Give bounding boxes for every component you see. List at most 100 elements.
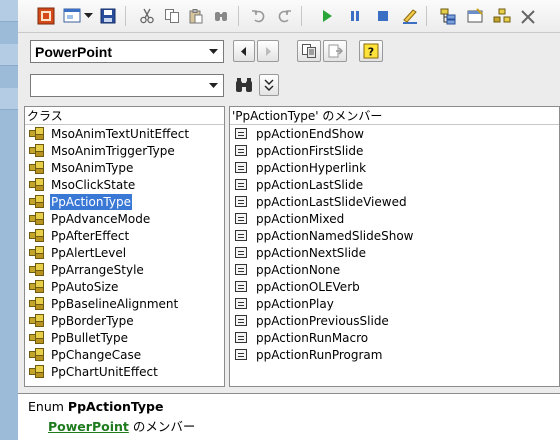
class-list-item[interactable]: MsoAnimType (25, 159, 224, 176)
class-list-item-label: MsoAnimTriggerType (51, 143, 175, 158)
member-list-item[interactable]: ppActionRunMacro (230, 329, 559, 346)
member-list-item[interactable]: ppActionEndShow (230, 125, 559, 142)
members-panel: 'PpActionType' のメンバー ppActionEndShow ppAc… (229, 106, 560, 387)
member-list-item-label: ppActionMixed (256, 211, 345, 226)
details-name: PpActionType (67, 399, 164, 414)
save-icon[interactable] (98, 6, 118, 26)
break-icon[interactable] (345, 6, 365, 26)
class-list-item[interactable]: PpAutoSize (25, 278, 224, 295)
enum-constant-icon (235, 349, 247, 360)
enum-constant-icon (235, 196, 247, 207)
class-list-item-label: PpAfterEffect (51, 228, 130, 243)
chevron-down-icon[interactable] (205, 42, 222, 61)
toolbox-icon[interactable] (518, 6, 538, 26)
class-module-icon (29, 143, 45, 158)
details-kind: Enum (28, 399, 64, 414)
library-select[interactable]: PowerPoint (30, 40, 224, 63)
enum-constant-icon (235, 230, 247, 241)
paste-icon[interactable] (186, 6, 206, 26)
excel-view-icon[interactable] (36, 6, 56, 26)
class-list-item-label: PpBaselineAlignment (51, 296, 179, 311)
dropdown-chevron-icon[interactable] (82, 6, 94, 26)
strip-segment (0, 0, 18, 22)
member-list-item[interactable]: ppActionNextSlide (230, 244, 559, 261)
class-list-item-label: PpAdvanceMode (51, 211, 151, 226)
enum-constant-icon (235, 281, 247, 292)
class-module-icon (29, 177, 45, 192)
member-list-item[interactable]: ppActionNamedSlideShow (230, 227, 559, 244)
class-list-item[interactable]: PpArrangeStyle (25, 261, 224, 278)
member-list-item[interactable]: ppActionFirstSlide (230, 142, 559, 159)
class-module-icon (29, 330, 45, 345)
chevron-down-icon[interactable] (205, 76, 222, 95)
properties-icon[interactable] (465, 6, 485, 26)
class-list-item[interactable]: PpBorderType (25, 312, 224, 329)
copy-icon[interactable] (162, 6, 182, 26)
class-list-item[interactable]: PpAdvanceMode (25, 210, 224, 227)
member-list-item-label: ppActionHyperlink (256, 160, 367, 175)
class-list-item[interactable]: MsoAnimTextUnitEffect (25, 125, 224, 142)
member-list-item[interactable]: ppActionMixed (230, 210, 559, 227)
member-list-item[interactable]: ppActionOLEVerb (230, 278, 559, 295)
redo-icon[interactable] (274, 6, 294, 26)
design-mode-icon[interactable] (400, 6, 420, 26)
undo-icon[interactable] (249, 6, 269, 26)
go-back-button[interactable] (233, 40, 255, 62)
class-list-item[interactable]: PpChangeCase (25, 346, 224, 363)
member-list-item-label: ppActionEndShow (256, 126, 364, 141)
object-browser-window: PowerPoint ? クラス MsoAnimTextUnitEffect Ms… (18, 0, 560, 440)
copy-to-clipboard-button[interactable] (297, 40, 321, 62)
project-explorer-icon[interactable] (438, 6, 458, 26)
class-list-item-label: PpChangeCase (51, 347, 142, 362)
go-forward-button[interactable] (257, 40, 279, 62)
toolbar-separator (238, 6, 239, 26)
insert-userform-icon[interactable] (62, 6, 82, 26)
class-list-item[interactable]: PpBaselineAlignment (25, 295, 224, 312)
class-module-icon (29, 313, 45, 328)
member-list-item[interactable]: ppActionLastSlideViewed (230, 193, 559, 210)
enum-constant-icon (235, 298, 247, 309)
toolbar-separator (125, 6, 126, 26)
class-module-icon (29, 211, 45, 226)
search-button[interactable] (233, 74, 255, 96)
enum-constant-icon (235, 162, 247, 173)
member-list-item[interactable]: ppActionPreviousSlide (230, 312, 559, 329)
class-list-item[interactable]: PpChartUnitEffect (25, 363, 224, 380)
details-member-of: PowerPoint のメンバー (48, 416, 195, 435)
member-list-item-label: ppActionRunMacro (256, 330, 369, 345)
enum-constant-icon (235, 332, 247, 343)
member-list-item[interactable]: ppActionHyperlink (230, 159, 559, 176)
run-icon[interactable] (317, 6, 337, 26)
class-list-item-label: PpBulletType (51, 330, 129, 345)
member-list-item[interactable]: ppActionPlay (230, 295, 559, 312)
class-list-item[interactable]: MsoAnimTriggerType (25, 142, 224, 159)
strip-segment (0, 44, 18, 66)
reset-icon[interactable] (373, 6, 393, 26)
class-list-item[interactable]: PpAfterEffect (25, 227, 224, 244)
member-list-item-label: ppActionNamedSlideShow (256, 228, 414, 243)
help-button[interactable]: ? (359, 40, 383, 62)
member-list-item[interactable]: ppActionNone (230, 261, 559, 278)
find-icon[interactable] (211, 6, 231, 26)
object-browser-icon[interactable] (492, 6, 512, 26)
class-list-item[interactable]: PpBulletType (25, 329, 224, 346)
class-module-icon (29, 262, 45, 277)
class-list-item[interactable]: PpActionType (25, 193, 224, 210)
search-text-select[interactable] (30, 74, 224, 97)
class-list-item[interactable]: PpAlertLevel (25, 244, 224, 261)
class-module-icon (29, 228, 45, 243)
view-definition-button[interactable] (323, 40, 347, 62)
library-link[interactable]: PowerPoint (48, 419, 129, 434)
standard-toolbar (18, 0, 560, 33)
toolbar-separator (426, 6, 427, 26)
window-edge-strip (0, 0, 18, 440)
class-list-item-label: PpActionType (50, 193, 132, 210)
class-list-item[interactable]: MsoClickState (25, 176, 224, 193)
member-list-item-label: ppActionRunProgram (256, 347, 383, 362)
enum-constant-icon (235, 247, 247, 258)
cut-icon[interactable] (137, 6, 157, 26)
member-list-item[interactable]: ppActionRunProgram (230, 346, 559, 363)
toggle-search-results-button[interactable] (259, 74, 279, 96)
member-list-item-label: ppActionOLEVerb (256, 279, 360, 294)
member-list-item[interactable]: ppActionLastSlide (230, 176, 559, 193)
